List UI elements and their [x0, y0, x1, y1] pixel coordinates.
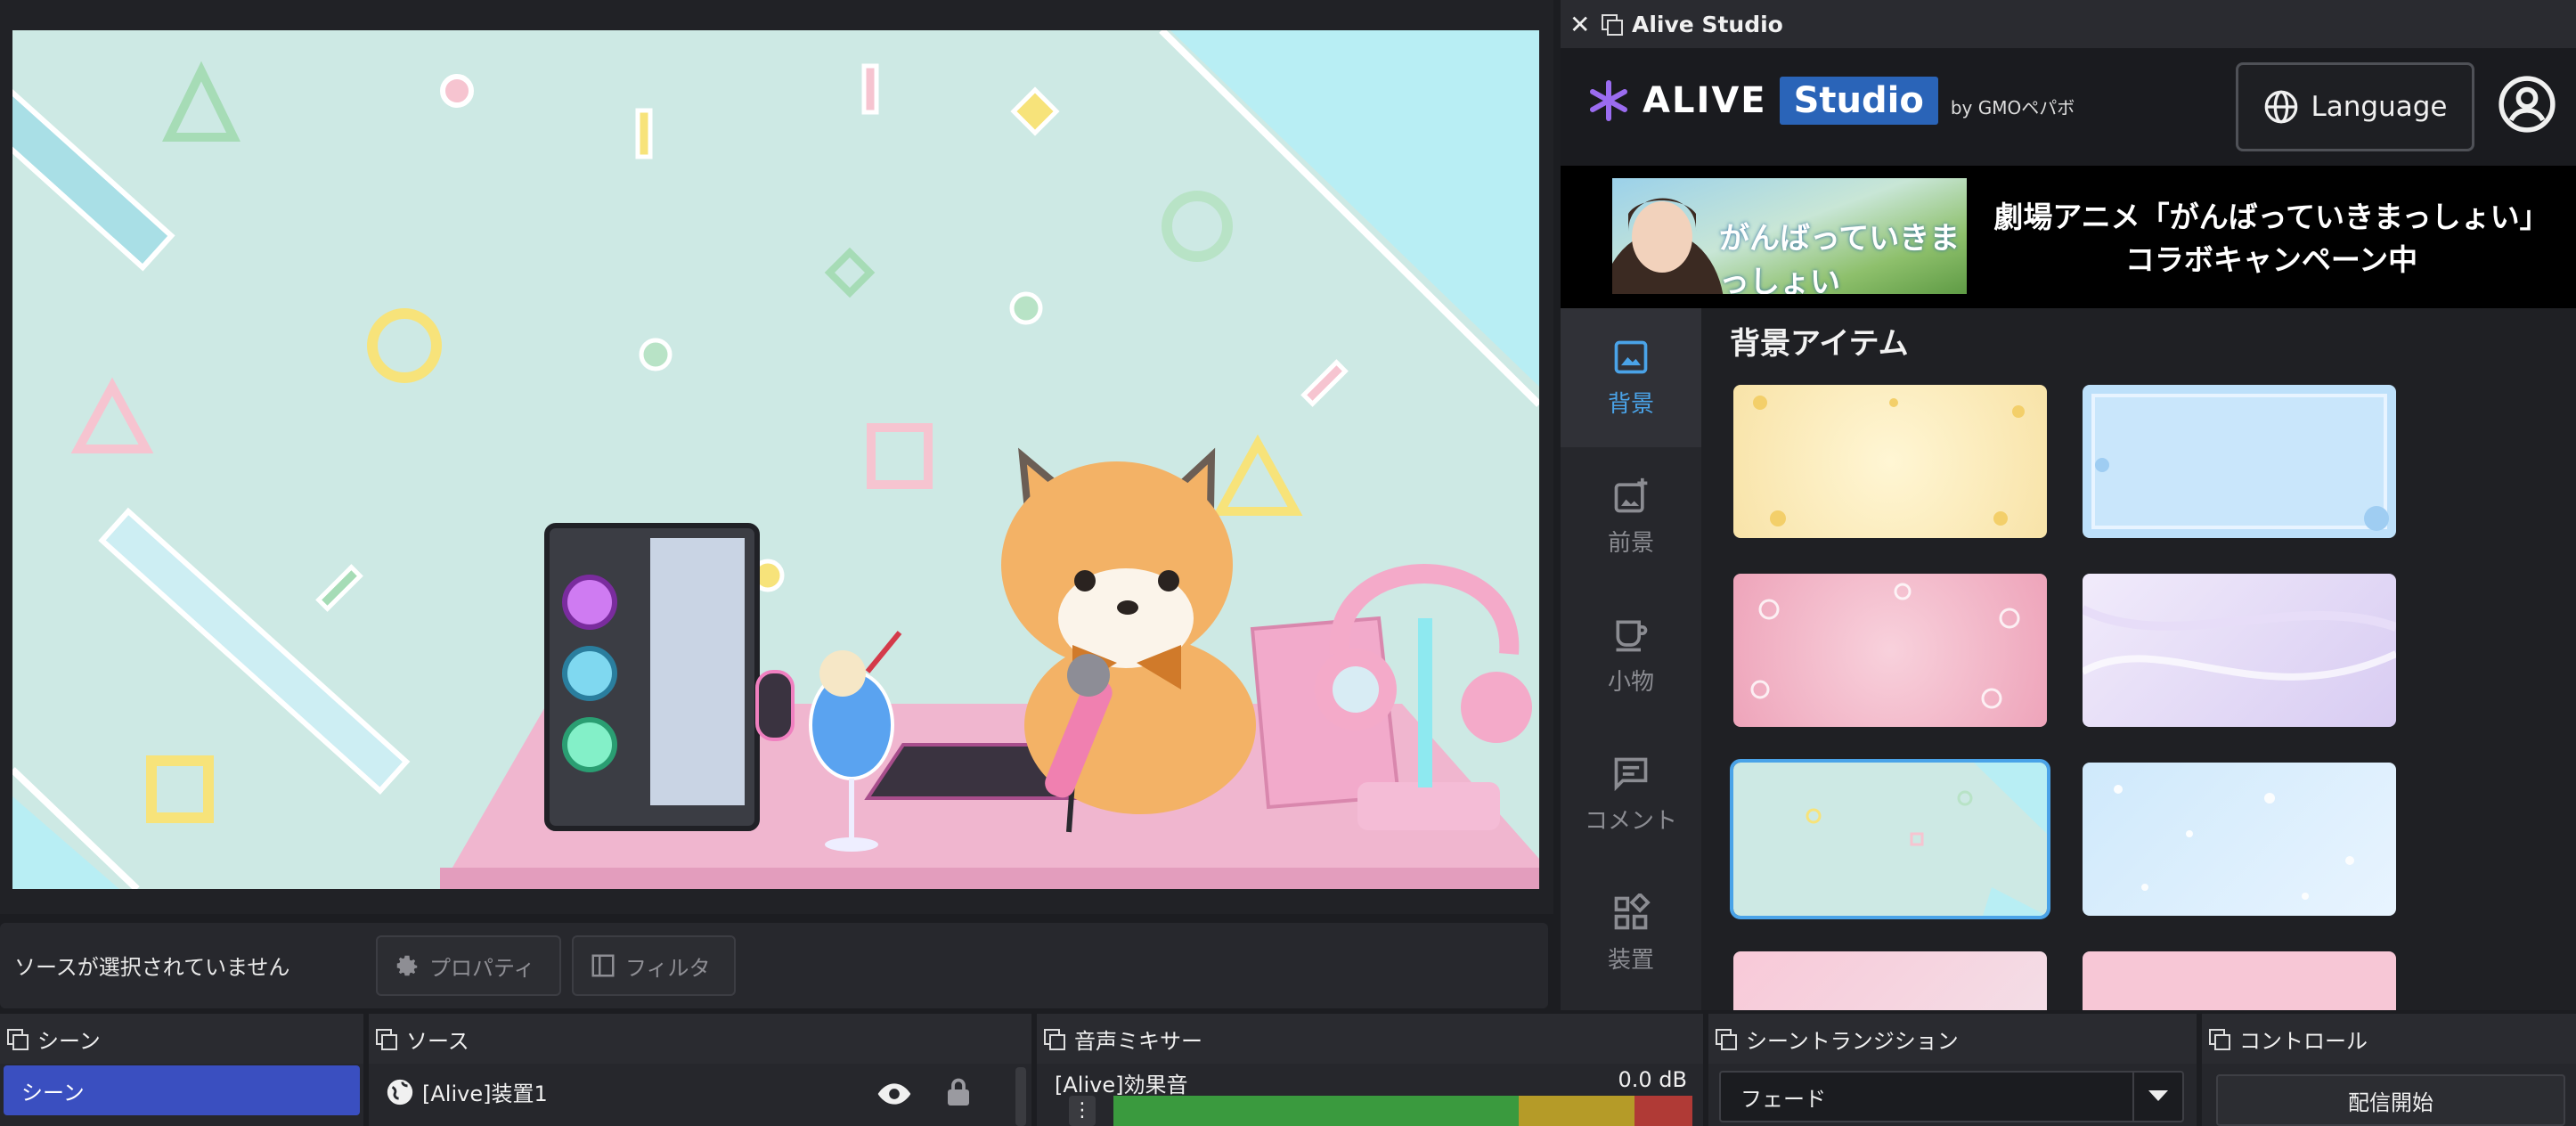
globe-icon: [387, 1079, 413, 1105]
language-button[interactable]: Language: [2236, 62, 2474, 151]
window-icon: [7, 1029, 29, 1050]
panel-titlebar: ✕ Alive Studio: [1561, 0, 2576, 48]
banner-title-line2: コラボキャンペーン中: [2124, 242, 2418, 277]
mixer-dock-title: 音声ミキサー: [1074, 1028, 1202, 1054]
items-section-title: 背景アイテム: [1730, 326, 1909, 362]
gear-icon: [396, 955, 418, 976]
nav-label: 小物: [1607, 668, 1654, 696]
nav-item-props[interactable]: 小物: [1561, 586, 1701, 725]
control-dock: コントロール 配信開始: [2202, 1014, 2576, 1126]
background-item[interactable]: [2083, 574, 2396, 727]
volume-meter: [1113, 1096, 1692, 1126]
scene-dock-title: シーン: [37, 1028, 101, 1054]
preview-area: [0, 0, 1553, 914]
scene-preview[interactable]: [12, 30, 1539, 889]
window-icon: [2209, 1029, 2230, 1050]
nav-item-device[interactable]: 装置: [1561, 864, 1701, 1003]
nav-item-comment[interactable]: コメント: [1561, 725, 1701, 864]
banner-image-text: がんばっていきまっしょい: [1719, 221, 1961, 294]
background-item[interactable]: [1733, 385, 2047, 538]
logo-by-text: by GMOペパボ: [1950, 97, 2075, 118]
logo-studio-badge: Studio: [1779, 77, 1938, 125]
chevron-down-icon[interactable]: [2132, 1073, 2182, 1121]
scene-list-item[interactable]: シーン: [4, 1065, 360, 1115]
control-dock-title: コントロール: [2239, 1028, 2368, 1054]
window-icon: [1716, 1029, 1737, 1050]
account-icon[interactable]: [2498, 75, 2556, 134]
globe-icon: [2264, 90, 2297, 124]
comment-icon: [1614, 757, 1648, 791]
close-icon[interactable]: ✕: [1569, 10, 1591, 39]
background-item-selected[interactable]: [1730, 759, 2050, 919]
start-streaming-button[interactable]: 配信開始: [2216, 1074, 2565, 1126]
filter-button[interactable]: フィルタ: [572, 935, 736, 996]
scene-dock: シーン シーン: [0, 1014, 363, 1126]
source-toolbar: ソースが選択されていません プロパティ フィルタ: [0, 923, 1548, 1008]
source-dock-header: ソース: [369, 1014, 1031, 1064]
transition-select[interactable]: フェード: [1719, 1071, 2184, 1122]
background-item[interactable]: [2083, 763, 2396, 916]
mixer-menu-icon[interactable]: ⋮: [1069, 1096, 1096, 1126]
scene-dock-header: シーン: [0, 1014, 363, 1064]
cup-icon: [1616, 620, 1648, 651]
background-item[interactable]: [1733, 951, 2047, 1010]
window-icon: [1044, 1029, 1065, 1050]
properties-label: プロパティ: [429, 955, 535, 981]
nav-label: コメント: [1584, 807, 1677, 835]
properties-button[interactable]: プロパティ: [376, 935, 561, 996]
source-list-item[interactable]: [Alive]装置1: [385, 1076, 548, 1107]
control-dock-header: コントロール: [2202, 1014, 2576, 1064]
logo-alive-text: ALIVE: [1643, 80, 1767, 121]
widgets-icon: [1614, 893, 1651, 929]
no-source-label: ソースが選択されていません: [14, 955, 290, 980]
scene-transition-dock: シーントランジション フェード: [1708, 1014, 2197, 1126]
nav-item-foreground[interactable]: 前景: [1561, 447, 1701, 586]
eye-icon[interactable]: [876, 1076, 912, 1112]
alive-studio-logo: ALIVE Studio by GMOペパボ: [1587, 77, 2075, 125]
item-category-nav: 背景 前景 小物 コメント 装置: [1561, 308, 1701, 1010]
source-item-label: [Alive]装置1: [422, 1081, 548, 1106]
window-icon: [1602, 14, 1623, 36]
lock-icon[interactable]: [942, 1073, 974, 1112]
panel-title: Alive Studio: [1632, 11, 1783, 37]
language-label: Language: [2311, 91, 2448, 123]
mixer-level-readout: 0.0 dB: [1618, 1067, 1688, 1092]
filter-icon: [591, 954, 615, 977]
background-item[interactable]: [1733, 574, 2047, 727]
alive-studio-panel: ✕ Alive Studio ALIVE Studio by GMOペパボ La…: [1561, 0, 2576, 1010]
image-icon: [1614, 340, 1648, 373]
nav-label: 前景: [1607, 529, 1654, 557]
source-dock-title: ソース: [406, 1028, 469, 1054]
transition-dock-header: シーントランジション: [1708, 1014, 2197, 1064]
banner-image: がんばっていきまっしょい: [1612, 178, 1967, 294]
image-add-icon: [1614, 477, 1648, 512]
background-item[interactable]: [2083, 951, 2396, 1010]
transition-dock-title: シーントランジション: [1746, 1028, 1959, 1054]
source-scrollbar[interactable]: [1015, 1067, 1026, 1126]
banner-title: 劇場アニメ「がんばっていきまっしょい」 コラボキャンペーン中: [1977, 196, 2565, 282]
nav-label: 装置: [1607, 946, 1654, 974]
window-icon: [376, 1029, 397, 1050]
mixer-channel-name: [Alive]効果音: [1055, 1073, 1188, 1097]
banner-title-line1: 劇場アニメ「がんばっていきまっしょい」: [1993, 200, 2549, 234]
source-dock: ソース [Alive]装置1: [369, 1014, 1031, 1126]
app-header: ALIVE Studio by GMOペパボ Language: [1561, 48, 2576, 166]
filter-label: フィルタ: [625, 955, 711, 981]
background-item[interactable]: [2083, 385, 2396, 538]
mixer-dock-header: 音声ミキサー: [1037, 1014, 1703, 1064]
nav-item-background[interactable]: 背景: [1561, 308, 1701, 447]
campaign-banner[interactable]: がんばっていきまっしょい 劇場アニメ「がんばっていきまっしょい」 コラボキャンペ…: [1561, 166, 2576, 308]
transition-selected-value: フェード: [1740, 1086, 1826, 1112]
nav-label: 背景: [1607, 390, 1654, 418]
alive-star-icon: [1590, 80, 1627, 121]
audio-mixer-dock: 音声ミキサー [Alive]効果音 0.0 dB ⋮: [1037, 1014, 1703, 1126]
